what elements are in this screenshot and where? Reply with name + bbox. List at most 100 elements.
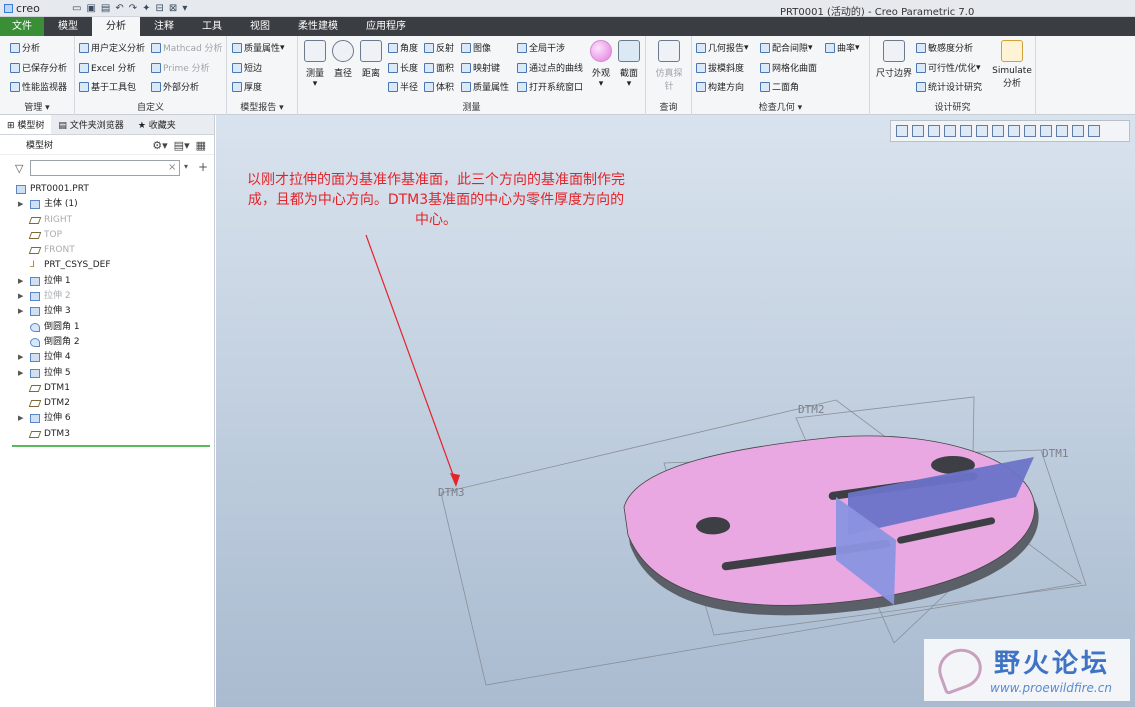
tree-node[interactable]: ▶ 主体 (1): [0, 197, 215, 212]
short-edge-button[interactable]: 短边: [232, 61, 262, 74]
tree-node[interactable]: TOP: [0, 228, 215, 243]
expand-arrow-icon[interactable]: ▶: [18, 274, 23, 289]
mesh-surface-button[interactable]: 网格化曲面: [760, 61, 817, 74]
build-direction-button[interactable]: 构建方向: [696, 80, 744, 93]
window-icon[interactable]: ⊟: [156, 3, 164, 14]
analysis-icon: [10, 42, 20, 53]
image-button[interactable]: 图像: [461, 41, 491, 54]
tab-annotate[interactable]: 注释: [140, 17, 188, 36]
clearance-button[interactable]: 配合间隙 ▾: [760, 41, 813, 54]
curvature-button[interactable]: 曲率 ▾: [825, 41, 860, 54]
open-system-window-button[interactable]: 打开系统窗口: [517, 80, 583, 93]
filter-icon[interactable]: ▽: [15, 162, 23, 175]
simulation-probe-button[interactable]: 仿真探针: [652, 40, 686, 92]
mass-properties-button[interactable]: 质量属性 ▾: [232, 41, 285, 54]
close-window-icon[interactable]: ⊠: [169, 3, 177, 14]
mapkey-button[interactable]: 映射键: [461, 61, 500, 74]
global-interference-button[interactable]: 全局干涉: [517, 41, 565, 54]
curve-through-points-button[interactable]: 通过点的曲线: [517, 61, 583, 74]
expand-arrow-icon[interactable]: ▶: [18, 366, 23, 381]
tab-applications[interactable]: 应用程序: [352, 17, 420, 36]
tab-model[interactable]: 模型: [44, 17, 92, 36]
tree-node[interactable]: 倒圆角 1: [0, 320, 215, 335]
tab-file[interactable]: 文件: [0, 17, 44, 36]
tree-node[interactable]: PRT0001.PRT: [0, 182, 215, 197]
statistical-study-button[interactable]: 统计设计研究: [916, 80, 982, 93]
geometry-report-button[interactable]: 几何报告 ▾: [696, 41, 749, 54]
tab-view[interactable]: 视图: [236, 17, 284, 36]
group-label-inspect-geometry[interactable]: 检查几何 ▾: [692, 100, 869, 113]
diameter-icon: [332, 40, 354, 62]
reflection-button[interactable]: 反射: [424, 41, 454, 54]
expand-arrow-icon[interactable]: ▶: [18, 304, 23, 319]
tab-flexible-modeling[interactable]: 柔性建模: [284, 17, 352, 36]
angle-button[interactable]: 角度: [388, 41, 418, 54]
feasibility-optimization-button[interactable]: 可行性/优化 ▾: [916, 61, 981, 74]
excel-analysis-button[interactable]: Excel 分析: [79, 61, 136, 74]
add-icon[interactable]: +: [198, 160, 208, 174]
graphics-window[interactable]: 以刚才拉伸的面为基准作基准面，此三个方向的基准面制作完成，且都为中心方向。DTM…: [216, 115, 1135, 707]
simulate-analysis-button[interactable]: Simulate 分析: [992, 40, 1032, 89]
volume-button[interactable]: 体积: [424, 80, 454, 93]
tree-node[interactable]: FRONT: [0, 243, 215, 258]
tree-node[interactable]: DTM2: [0, 396, 215, 411]
toolkit-based-button[interactable]: 基于工具包: [79, 80, 136, 93]
dihedral-angle-button[interactable]: 二面角: [760, 80, 799, 93]
area-button[interactable]: 面积: [424, 61, 454, 74]
ribbon: 分析 已保存分析 性能监视器 管理 ▾ 用户定义分析 Excel 分析 基于工具…: [0, 36, 1135, 115]
tree-node[interactable]: 倒圆角 2: [0, 335, 215, 350]
thickness-button[interactable]: 厚度: [232, 80, 262, 93]
tree-node[interactable]: ▶ 拉伸 4: [0, 350, 215, 365]
tree-node[interactable]: RIGHT: [0, 213, 215, 228]
tab-folder-browser[interactable]: ▤ 文件夹浏览器: [51, 115, 130, 134]
saved-analysis-button[interactable]: 已保存分析: [10, 61, 67, 74]
tree-node[interactable]: ▶ 拉伸 3: [0, 304, 215, 319]
customize-qat-icon[interactable]: ▾: [182, 3, 187, 14]
section-button[interactable]: 截面 ▾: [612, 40, 646, 89]
mathcad-analysis-button[interactable]: Mathcad 分析: [151, 41, 223, 54]
clear-search-icon[interactable]: ×: [168, 162, 176, 173]
radius-button[interactable]: 半径: [388, 80, 418, 93]
title-bar: creo ▭ ▣ ▤ ↶ ↷ ✦ ⊟ ⊠ ▾ PRT0001 (活动的) - C…: [0, 0, 1135, 18]
tab-analysis[interactable]: 分析: [92, 17, 140, 36]
open-folder-icon[interactable]: ▣: [86, 3, 95, 14]
settings-icon[interactable]: ⚙▾: [152, 139, 167, 152]
mass-properties-measure-button[interactable]: 质量属性: [461, 80, 509, 93]
tree-node[interactable]: ▶ 拉伸 5: [0, 366, 215, 381]
tree-node[interactable]: ▶ 拉伸 6: [0, 411, 215, 426]
length-button[interactable]: 长度: [388, 61, 418, 74]
performance-monitor-button[interactable]: 性能监视器: [10, 80, 67, 93]
new-file-icon[interactable]: ▭: [72, 3, 81, 14]
tree-node[interactable]: DTM1: [0, 381, 215, 396]
expand-arrow-icon[interactable]: ▶: [18, 411, 23, 426]
tree-node[interactable]: ⅃ PRT_CSYS_DEF: [0, 258, 215, 273]
analysis-button[interactable]: 分析: [10, 41, 40, 54]
search-dropdown-icon[interactable]: ▾: [184, 162, 188, 171]
length-icon: [388, 62, 398, 73]
regenerate-icon[interactable]: ✦: [142, 3, 150, 14]
external-analysis-button[interactable]: 外部分析: [151, 80, 199, 93]
undo-icon[interactable]: ↶: [115, 3, 123, 14]
group-label-model-report[interactable]: 模型报告 ▾: [227, 100, 297, 113]
tree-node[interactable]: ▶ 拉伸 2: [0, 289, 215, 304]
tree-node[interactable]: DTM3: [0, 427, 215, 442]
redo-icon[interactable]: ↷: [129, 3, 137, 14]
tab-tools[interactable]: 工具: [188, 17, 236, 36]
dimension-boundary-button[interactable]: 尺寸边界: [874, 40, 914, 79]
tab-favorites[interactable]: ★ 收藏夹: [131, 115, 183, 134]
draft-button[interactable]: 拔模斜度: [696, 61, 744, 74]
prime-analysis-button[interactable]: Prime 分析: [151, 61, 210, 74]
search-input[interactable]: [30, 160, 180, 176]
tree-node[interactable]: ▶ 拉伸 1: [0, 274, 215, 289]
expand-arrow-icon[interactable]: ▶: [18, 350, 23, 365]
save-icon[interactable]: ▤: [101, 3, 110, 14]
columns-icon[interactable]: ▦: [196, 139, 206, 152]
expand-arrow-icon[interactable]: ▶: [18, 289, 23, 304]
user-defined-analysis-button[interactable]: 用户定义分析: [79, 41, 145, 54]
expand-arrow-icon[interactable]: ▶: [18, 197, 23, 212]
tab-model-tree[interactable]: ⊞ 模型树: [0, 115, 52, 134]
distance-button[interactable]: 距离: [354, 40, 388, 79]
show-icon[interactable]: ▤▾: [174, 139, 190, 152]
group-label-manage[interactable]: 管理 ▾: [0, 100, 74, 113]
sensitivity-analysis-button[interactable]: 敏感度分析: [916, 41, 973, 54]
